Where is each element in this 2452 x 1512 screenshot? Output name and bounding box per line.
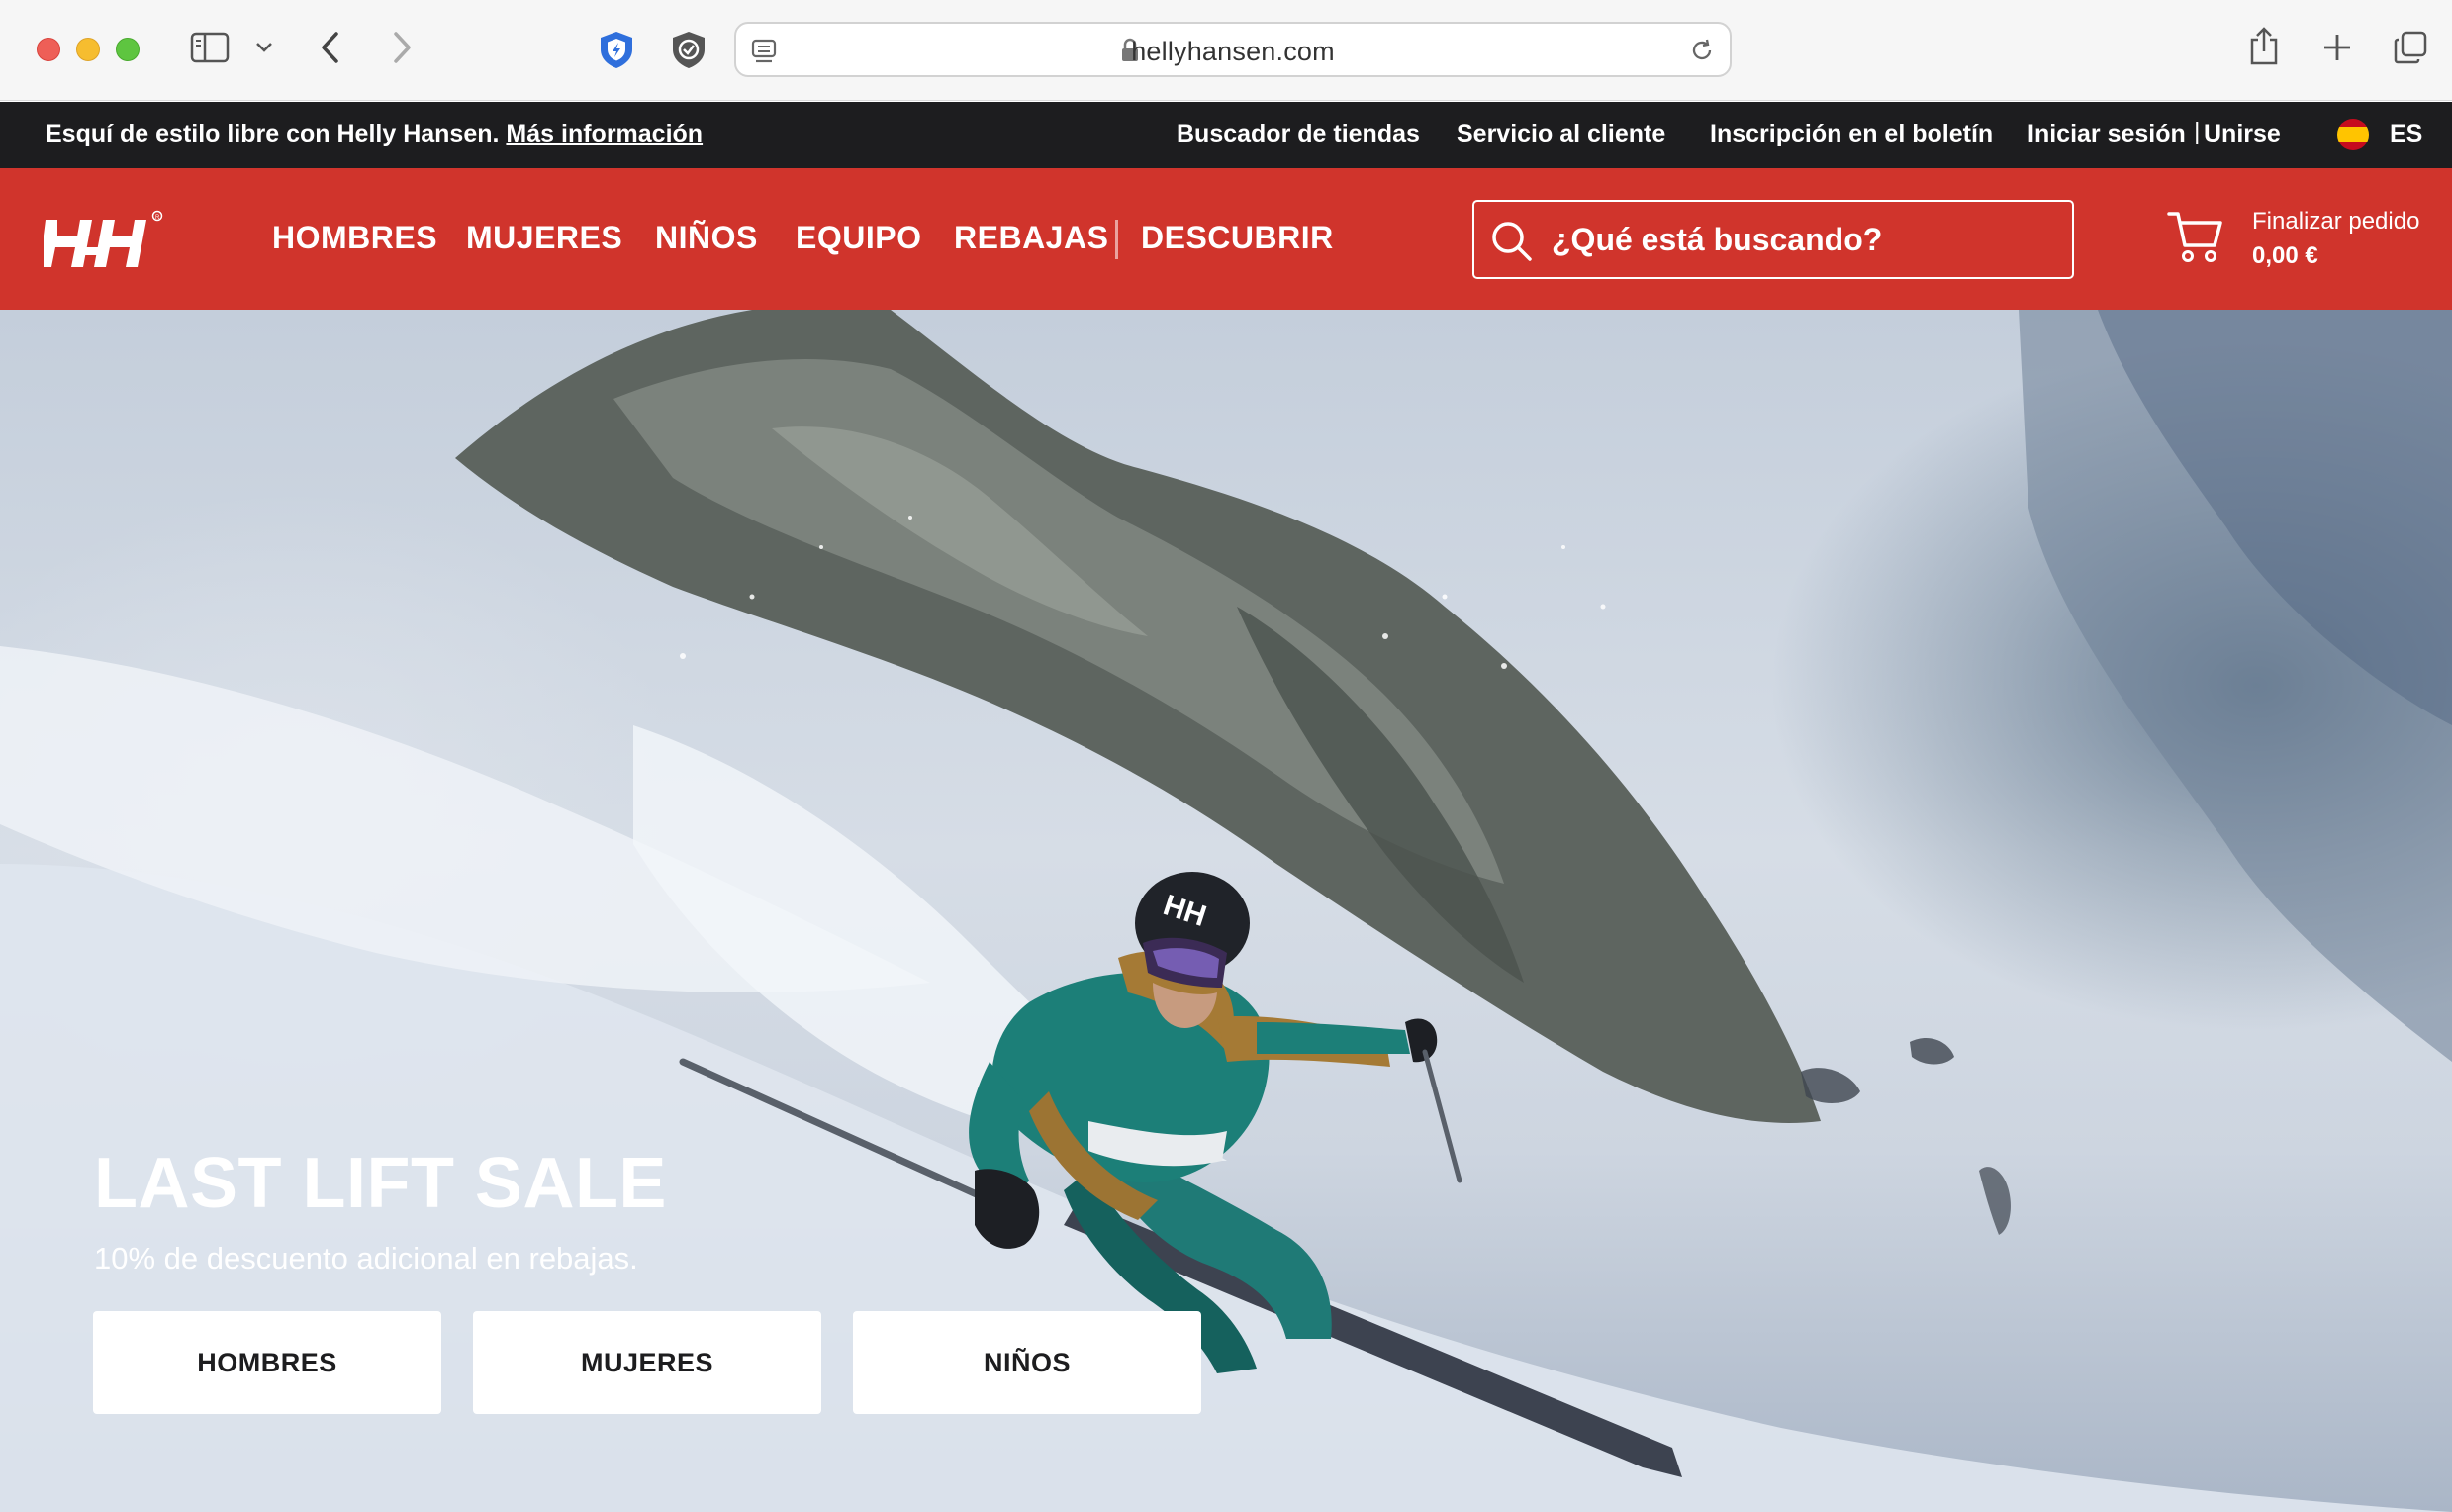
spain-flag-icon[interactable] — [2337, 119, 2369, 150]
new-tab-icon[interactable] — [2321, 32, 2353, 63]
chevron-down-icon[interactable] — [255, 42, 273, 53]
hero-title: LAST LIFT SALE — [94, 1144, 667, 1223]
promo-bar: Esquí de estilo libre con Helly Hansen. … — [0, 102, 2452, 168]
hero-button-ninos[interactable]: NIÑOS — [853, 1311, 1201, 1414]
sign-in-link[interactable]: Iniciar sesión — [2028, 120, 2186, 148]
forward-icon[interactable] — [390, 30, 414, 65]
nav-divider — [1115, 220, 1118, 259]
shield-icon[interactable] — [598, 30, 635, 69]
nav-item-descubrir[interactable]: DESCUBRIR — [1141, 220, 1334, 256]
search-input[interactable] — [1552, 202, 2056, 277]
reload-icon[interactable] — [1688, 37, 1716, 69]
sidebar-icon[interactable] — [190, 32, 230, 63]
cart-total[interactable]: 0,00 € — [2252, 242, 2318, 270]
cart-checkout-label[interactable]: Finalizar pedido — [2252, 208, 2419, 236]
main-navigation: R HOMBRES MUJERES NIÑOS EQUIPO REBAJAS D… — [0, 168, 2452, 310]
helly-hansen-logo[interactable]: R — [40, 210, 166, 274]
minimize-window-button[interactable] — [76, 38, 100, 61]
cart-icon[interactable] — [2167, 210, 2224, 270]
newsletter-link[interactable]: Inscripción en el boletín — [1710, 120, 1993, 148]
nav-item-rebajas[interactable]: REBAJAS — [954, 220, 1108, 256]
hero-button-mujeres[interactable]: MUJERES — [473, 1311, 821, 1414]
share-icon[interactable] — [2248, 26, 2280, 67]
nav-item-mujeres[interactable]: MUJERES — [466, 220, 622, 256]
join-link[interactable]: Unirse — [2204, 120, 2281, 148]
promo-more-info-link[interactable]: Más información — [506, 120, 703, 147]
promo-text: Esquí de estilo libre con Helly Hansen. — [46, 120, 500, 147]
tabs-overview-icon[interactable] — [2393, 30, 2428, 65]
customer-service-link[interactable]: Servicio al cliente — [1457, 120, 1665, 148]
url-text: hellyhansen.com — [1131, 37, 1335, 66]
promo-message: Esquí de estilo libre con Helly Hansen. … — [46, 120, 703, 148]
utility-separator: | — [2194, 118, 2201, 145]
svg-text:R: R — [155, 215, 160, 221]
nav-item-ninos[interactable]: NIÑOS — [655, 220, 758, 256]
browser-toolbar: hellyhansen.com — [0, 0, 2452, 101]
search-icon[interactable] — [1490, 220, 1534, 268]
hero-banner: HH LAST LIFT SALE 10% de descuento adici… — [0, 310, 2452, 1512]
nav-item-hombres[interactable]: HOMBRES — [272, 220, 437, 256]
back-icon[interactable] — [319, 30, 342, 65]
privacy-shield-icon[interactable] — [670, 30, 707, 69]
search-box[interactable] — [1472, 200, 2074, 279]
store-finder-link[interactable]: Buscador de tiendas — [1177, 120, 1420, 148]
hero-button-hombres[interactable]: HOMBRES — [93, 1311, 441, 1414]
close-window-button[interactable] — [37, 38, 60, 61]
nav-item-equipo[interactable]: EQUIPO — [796, 220, 921, 256]
hero-subtitle: 10% de descuento adicional en rebajas. — [94, 1241, 638, 1276]
address-bar[interactable]: hellyhansen.com — [734, 22, 1732, 77]
language-selector[interactable]: ES — [2390, 120, 2422, 148]
zoom-window-button[interactable] — [116, 38, 140, 61]
